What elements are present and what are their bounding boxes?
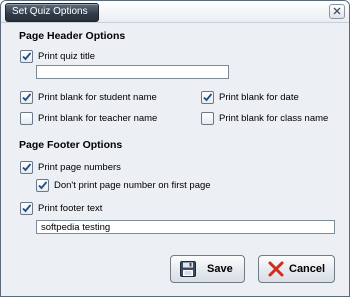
floppy-disk-icon bbox=[179, 260, 197, 278]
checkmark-icon bbox=[38, 181, 48, 190]
no-first-page-number-label: Don't print page number on first page bbox=[54, 180, 211, 191]
checkmark-icon bbox=[22, 163, 32, 172]
print-blank-date-label: Print blank for date bbox=[219, 92, 299, 103]
close-button[interactable] bbox=[329, 4, 345, 19]
footer-section-title: Page Footer Options bbox=[19, 139, 123, 151]
footer-text-input[interactable]: softpedia testing bbox=[36, 220, 335, 234]
checkmark-icon bbox=[22, 204, 32, 213]
print-blank-teacher-label: Print blank for teacher name bbox=[38, 113, 158, 124]
print-blank-class-checkbox[interactable] bbox=[201, 112, 214, 125]
print-quiz-title-label: Print quiz title bbox=[38, 51, 96, 62]
window-title: Set Quiz Options bbox=[12, 6, 88, 17]
checkmark-icon bbox=[203, 93, 213, 102]
red-x-icon bbox=[267, 260, 285, 278]
quiz-title-input[interactable] bbox=[36, 65, 229, 79]
checkmark-icon bbox=[22, 93, 32, 102]
title-bar: Set Quiz Options bbox=[1, 1, 349, 23]
quiz-options-dialog: Set Quiz Options Page Header Options Pri… bbox=[0, 0, 350, 297]
print-blank-student-label: Print blank for student name bbox=[38, 92, 157, 103]
no-first-page-number-checkbox[interactable] bbox=[36, 179, 49, 192]
header-section-title: Page Header Options bbox=[19, 30, 126, 42]
save-button-label: Save bbox=[207, 263, 233, 275]
cancel-button-label: Cancel bbox=[289, 263, 326, 275]
print-quiz-title-checkbox[interactable] bbox=[20, 50, 33, 63]
cancel-button[interactable]: Cancel bbox=[258, 255, 335, 283]
print-page-numbers-label: Print page numbers bbox=[38, 162, 121, 173]
print-blank-student-checkbox[interactable] bbox=[20, 91, 33, 104]
close-icon bbox=[333, 7, 341, 15]
save-button[interactable]: Save bbox=[170, 255, 245, 283]
print-blank-class-label: Print blank for class name bbox=[219, 113, 329, 124]
print-footer-text-checkbox[interactable] bbox=[20, 202, 33, 215]
print-blank-date-checkbox[interactable] bbox=[201, 91, 214, 104]
print-footer-text-label: Print footer text bbox=[38, 203, 103, 214]
checkmark-icon bbox=[22, 52, 32, 61]
print-blank-teacher-checkbox[interactable] bbox=[20, 112, 33, 125]
title-tab: Set Quiz Options bbox=[5, 3, 99, 22]
print-page-numbers-checkbox[interactable] bbox=[20, 161, 33, 174]
